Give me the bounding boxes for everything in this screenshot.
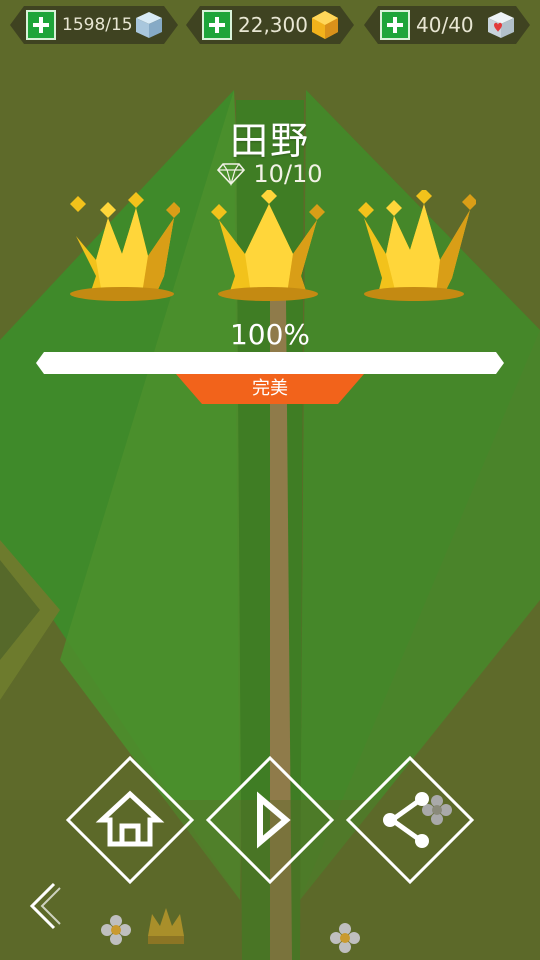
- cube-count: 1598/15: [62, 15, 133, 35]
- home-button[interactable]: [64, 754, 196, 886]
- plus-icon: [32, 16, 50, 34]
- play-icon: [257, 791, 291, 849]
- back-button[interactable]: [24, 880, 64, 932]
- lives-counter: 40/40: [364, 6, 530, 44]
- rank-badge: 完美: [176, 374, 364, 404]
- add-lives-button[interactable]: [380, 10, 410, 40]
- gem-collected-row: 10/10: [0, 160, 540, 188]
- gem-collected-count: 10/10: [253, 160, 323, 188]
- back-chevron-icon: [29, 882, 61, 930]
- plus-icon: [386, 16, 404, 34]
- gem-count: 22,300: [238, 13, 308, 37]
- add-gems-button[interactable]: [202, 10, 232, 40]
- progress-fill: [36, 352, 504, 374]
- share-button[interactable]: [344, 754, 476, 886]
- plus-icon: [208, 16, 226, 34]
- gold-gem-icon: [310, 10, 340, 40]
- cube-counter: 1598/15: [10, 6, 178, 44]
- gem-counter: 22,300: [186, 6, 354, 44]
- crown-icon: [70, 192, 180, 301]
- add-cubes-button[interactable]: [26, 10, 56, 40]
- heart-cube-icon: [486, 10, 516, 40]
- level-title: 田野: [229, 119, 310, 163]
- crown-icon: [358, 190, 476, 301]
- completion-progress-bar: [36, 352, 504, 374]
- diamond-icon: [217, 163, 246, 186]
- home-icon: [95, 790, 165, 847]
- lives-count: 40/40: [416, 13, 474, 37]
- completion-percent: 100%: [229, 318, 311, 351]
- share-icon: [383, 792, 429, 848]
- crown-icon: [211, 190, 325, 301]
- cube-icon: [134, 10, 164, 40]
- play-button[interactable]: [204, 754, 336, 886]
